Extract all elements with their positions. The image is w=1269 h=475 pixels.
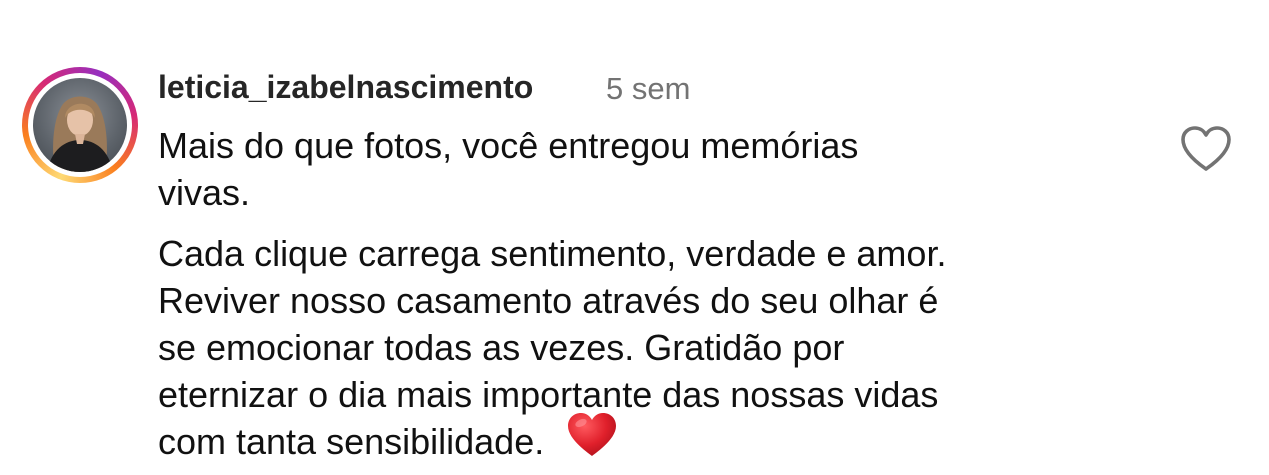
username[interactable]: leticia_izabelnascimento	[158, 68, 533, 106]
profile-photo-icon	[47, 96, 113, 172]
comment-text-line: se emocionar todas as vezes. Gratidão po…	[158, 327, 845, 368]
comment-text-line: Reviver nosso casamento através do seu o…	[158, 280, 939, 321]
comment-text-line: com tanta sensibilidade.	[158, 421, 545, 462]
comment-text-line: vivas.	[158, 172, 251, 213]
comment-text-paragraph-2: Cada clique carrega sentimento, verdade …	[158, 230, 1118, 469]
red-heart-emoji	[566, 412, 618, 469]
comment-text-line: Mais do que fotos, você entregou memória…	[158, 125, 859, 166]
story-ring[interactable]	[22, 67, 138, 183]
heart-outline-icon	[1181, 126, 1231, 171]
timestamp: 5 sem	[606, 71, 691, 106]
comment-text-paragraph-1: Mais do que fotos, você entregou memória…	[158, 122, 1058, 216]
comment-text-line: Cada clique carrega sentimento, verdade …	[158, 233, 947, 274]
comment-item: leticia_izabelnascimento 5 sem Mais do q…	[0, 0, 1269, 475]
comment-text-line: eternizar o dia mais importante das noss…	[158, 374, 939, 415]
comment-text-last-line: com tanta sensibilidade.	[158, 412, 1118, 469]
avatar[interactable]	[33, 78, 127, 172]
like-button[interactable]	[1178, 124, 1234, 174]
